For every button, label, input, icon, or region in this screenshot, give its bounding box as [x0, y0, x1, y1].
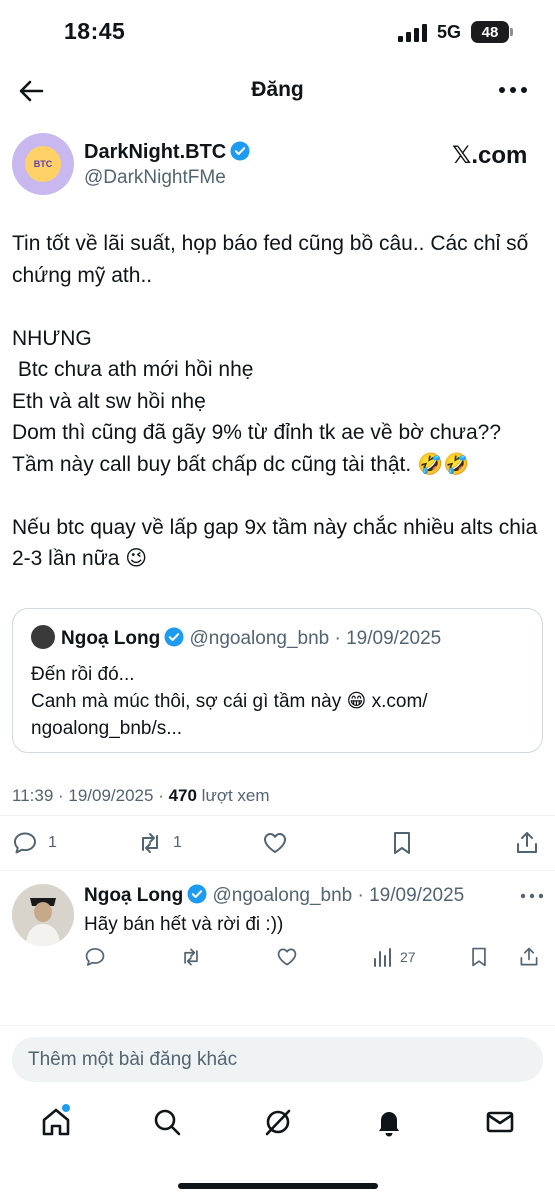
bookmark-icon [472, 947, 486, 967]
heart-icon [277, 948, 297, 966]
author-avatar[interactable]: BTC [12, 133, 74, 195]
source-label: 𝕏.com [452, 142, 528, 169]
post-timestamp: 11:39 · 19/09/2025 · [12, 786, 169, 805]
like-button[interactable] [262, 830, 288, 856]
share-icon [520, 947, 538, 966]
repost-button[interactable]: 1 [137, 830, 182, 856]
author-name: DarkNight.BTC [84, 141, 227, 163]
reply-author-name: Ngoạ Long [84, 885, 184, 906]
quote-text: Đến rồi đó... Canh mà múc thôi, sợ cái g… [31, 664, 428, 739]
reply-button[interactable]: 1 [12, 830, 57, 856]
reply-reply-button[interactable] [84, 946, 106, 968]
verified-badge-icon [164, 627, 184, 647]
compose-placeholder: Thêm một bài đăng khác [28, 1048, 238, 1070]
person-avatar-icon [12, 884, 74, 946]
post-actions: 1 1 [0, 826, 555, 862]
quote-meta: @ngoalong_bnb · 19/09/2025 [189, 628, 442, 649]
post-meta: 11:39 · 19/09/2025 · 470 lượt xem [12, 786, 270, 806]
signal-icon [398, 24, 427, 42]
more-options-icon[interactable] [520, 890, 544, 902]
network-type: 5G [437, 22, 462, 42]
reply-icon [14, 832, 36, 854]
divider [0, 815, 555, 816]
reply-bookmark-button[interactable] [468, 946, 490, 968]
verified-badge-icon [230, 141, 250, 161]
reply-actions: 27 [0, 946, 555, 972]
reply-header: Ngoạ Long @ngoalong_bnb · 19/09/2025 [84, 884, 464, 907]
avatar-logo: BTC [25, 146, 61, 182]
heart-icon [264, 833, 286, 853]
quote-header: Ngoạ Long @ngoalong_bnb · 19/09/2025 [31, 625, 441, 650]
analytics-icon [374, 948, 391, 967]
repost-count: 1 [173, 834, 182, 851]
reply-share-button[interactable] [518, 946, 540, 968]
reply-post[interactable]: Ngoạ Long @ngoalong_bnb · 19/09/2025 Hãy… [0, 872, 555, 982]
reply-icon [85, 948, 105, 966]
notifications-bell-icon[interactable] [373, 1106, 405, 1138]
divider [0, 870, 555, 871]
battery-icon: 48 [471, 21, 509, 43]
reply-text: Hãy bán hết và rời đi :)) [84, 914, 284, 935]
quote-author-name: Ngoạ Long [61, 628, 161, 649]
compose-reply-input[interactable]: Thêm một bài đăng khác [12, 1037, 543, 1082]
views-label: lượt xem [196, 786, 270, 805]
battery-level: 48 [481, 23, 499, 41]
reply-avatar[interactable] [12, 884, 74, 946]
post-author: BTC DarkNight.BTC @DarkNightFMe 𝕏.com [12, 133, 543, 197]
messages-icon[interactable] [484, 1106, 516, 1138]
reply-repost-button[interactable] [180, 946, 202, 968]
bookmark-button[interactable] [389, 830, 415, 856]
battery-tip [510, 28, 513, 36]
repost-icon [184, 948, 198, 966]
share-button[interactable] [514, 830, 540, 856]
bookmark-icon [394, 832, 410, 854]
more-options-icon[interactable] [498, 82, 528, 98]
author-handle[interactable]: @DarkNightFMe [84, 167, 226, 189]
top-nav: Đăng [0, 66, 555, 114]
share-icon [517, 832, 537, 853]
author-name-row[interactable]: DarkNight.BTC [84, 141, 250, 164]
quoted-post[interactable]: Ngoạ Long @ngoalong_bnb · 19/09/2025 Đến… [12, 608, 543, 753]
grok-icon[interactable] [262, 1106, 294, 1138]
page-title: Đăng [251, 78, 304, 101]
notification-dot [62, 1104, 70, 1112]
divider [0, 1025, 555, 1026]
home-indicator[interactable] [178, 1183, 378, 1189]
verified-badge-icon [187, 884, 207, 904]
views-count: 470 [168, 786, 197, 805]
status-bar: 18:45 5G 48 [0, 0, 555, 66]
reply-meta: @ngoalong_bnb · 19/09/2025 [212, 885, 465, 906]
post-text: Tin tốt về lãi suất, họp báo fed cũng bồ… [12, 232, 538, 570]
status-time: 18:45 [64, 18, 126, 44]
reply-views-button[interactable]: 27 [372, 946, 416, 968]
reply-views-count: 27 [400, 949, 416, 965]
reply-count: 1 [48, 834, 57, 851]
quote-avatar [31, 625, 55, 649]
repost-icon [142, 833, 158, 853]
search-icon[interactable] [151, 1106, 183, 1138]
bottom-nav [0, 1104, 555, 1144]
reply-like-button[interactable] [276, 946, 298, 968]
